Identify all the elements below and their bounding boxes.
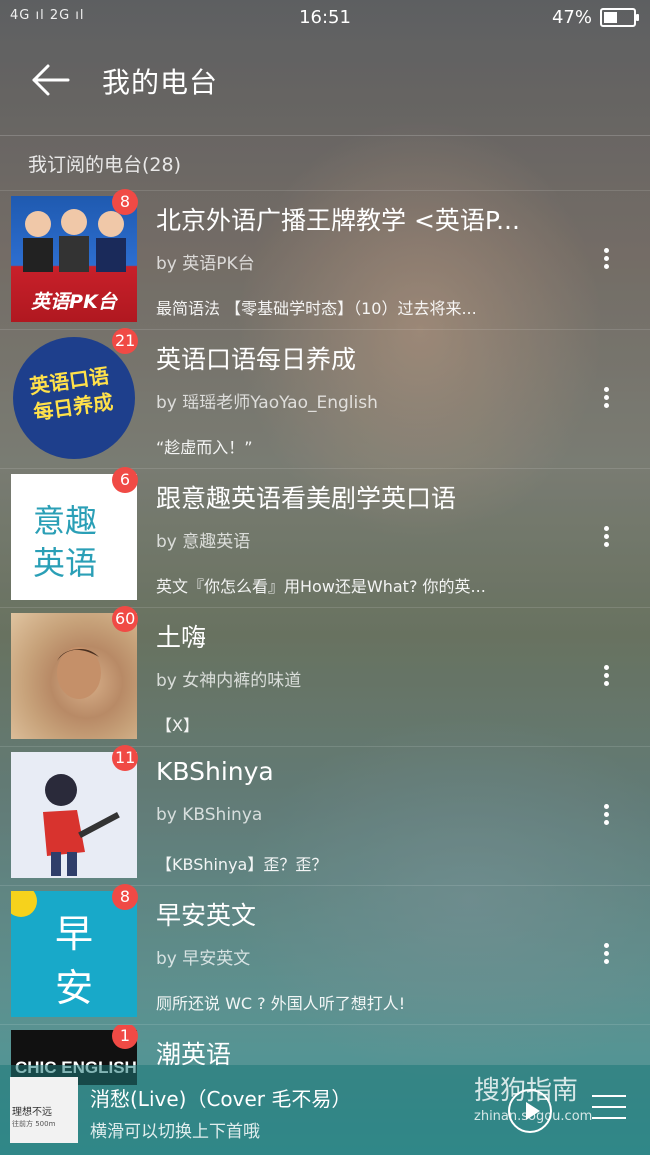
unread-badge: 6 bbox=[112, 467, 138, 493]
app-header: 我的电台 bbox=[0, 45, 650, 115]
station-row[interactable]: 意趣 英语 6 跟意趣英语看美剧学英口语 by 意趣英语 英文『你怎么看』用Ho… bbox=[0, 467, 650, 607]
more-options-icon[interactable] bbox=[598, 384, 614, 414]
watermark-url: zhinan.sogou.com bbox=[474, 1109, 593, 1124]
more-options-icon[interactable] bbox=[598, 523, 614, 553]
station-row[interactable]: 英语口语 每日养成 21 英语口语每日养成 by 瑶瑶老师YaoYao_Engl… bbox=[0, 328, 650, 468]
station-cover: 早 安 bbox=[11, 891, 137, 1017]
cover-text: 理想不远 bbox=[12, 1107, 52, 1118]
latest-episode: 【X】 bbox=[156, 716, 199, 735]
station-author: by 瑶瑶老师YaoYao_English bbox=[156, 393, 378, 413]
latest-episode: 厕所还说 WC ? 外国人听了想打人! bbox=[156, 994, 406, 1013]
cover-logo-text: 安 bbox=[55, 966, 94, 1010]
station-list: 英语PK台 8 北京外语广播王牌教学 <英语P... by 英语PK台 最简语法… bbox=[0, 189, 650, 1085]
station-author: by 早安英文 bbox=[156, 949, 251, 969]
latest-episode: 英文『你怎么看』用How还是What? 你的英... bbox=[156, 577, 486, 596]
station-author: by 女神内裤的味道 bbox=[156, 671, 302, 691]
page-title: 我的电台 bbox=[102, 66, 219, 99]
battery-icon bbox=[600, 8, 639, 27]
station-row[interactable]: 11 KBShinya by KBShinya 【KBShinya】歪？歪？ bbox=[0, 745, 650, 885]
more-options-icon[interactable] bbox=[598, 245, 614, 275]
cover-logo-text: 英语PK台 bbox=[31, 291, 117, 313]
watermark: 搜狗指南 zhinan.sogou.com bbox=[474, 1070, 592, 1124]
station-name: 北京外语广播王牌教学 <英语P... bbox=[156, 206, 520, 235]
station-author: by 英语PK台 bbox=[156, 254, 255, 274]
station-row[interactable]: 早 安 8 早安英文 by 早安英文 厕所还说 WC ? 外国人听了想打人! bbox=[0, 884, 650, 1024]
cover-logo-text: 英语 bbox=[33, 544, 98, 582]
unread-badge: 8 bbox=[112, 189, 138, 215]
station-name: 土嗨 bbox=[156, 623, 207, 652]
battery-status: 47% bbox=[551, 7, 639, 28]
cover-logo-text: 意趣 bbox=[33, 502, 98, 540]
station-cover: 英语PK台 bbox=[11, 196, 137, 322]
back-arrow-icon[interactable] bbox=[28, 57, 74, 103]
station-author: by KBShinya bbox=[156, 805, 263, 825]
now-playing-hint: 横滑可以切换上下首哦 bbox=[90, 1122, 260, 1142]
section-title: 我订阅的电台(28) bbox=[28, 154, 182, 176]
more-options-icon[interactable] bbox=[598, 940, 614, 970]
station-row[interactable]: 英语PK台 8 北京外语广播王牌教学 <英语P... by 英语PK台 最简语法… bbox=[0, 189, 650, 329]
battery-percent: 47% bbox=[551, 7, 592, 28]
divider bbox=[0, 135, 650, 136]
playlist-icon[interactable] bbox=[592, 1095, 626, 1125]
station-name: KBShinya bbox=[156, 757, 274, 786]
station-name: 跟意趣英语看美剧学英口语 bbox=[156, 484, 457, 513]
more-options-icon[interactable] bbox=[598, 662, 614, 692]
station-row[interactable]: 60 土嗨 by 女神内裤的味道 【X】 bbox=[0, 606, 650, 746]
unread-badge: 8 bbox=[112, 884, 138, 910]
station-cover bbox=[11, 613, 137, 739]
station-cover bbox=[11, 752, 137, 878]
watermark-brand: 搜狗指南 bbox=[474, 1076, 579, 1106]
station-cover: 英语口语 每日养成 bbox=[11, 335, 137, 461]
status-bar: 4G ıl 2G ıl 16:51 47% bbox=[0, 0, 650, 36]
latest-episode: “趁虚而入！” bbox=[156, 438, 253, 457]
station-name: 早安英文 bbox=[156, 901, 257, 930]
latest-episode: 【KBShinya】歪？歪？ bbox=[156, 855, 328, 874]
station-name: 英语口语每日养成 bbox=[156, 345, 357, 374]
cover-subtext: 往前方 500m bbox=[12, 1120, 56, 1128]
station-cover: 意趣 英语 bbox=[11, 474, 137, 600]
cover-logo-text: 早 bbox=[55, 912, 94, 956]
station-author: by 意趣英语 bbox=[156, 532, 251, 552]
now-playing-cover: 理想不远 往前方 500m bbox=[10, 1077, 78, 1143]
unread-badge: 1 bbox=[112, 1025, 138, 1049]
latest-episode: 最简语法 【零基础学时态】（10）过去将来... bbox=[156, 299, 477, 318]
now-playing-title: 消愁(Live)（Cover 毛不易） bbox=[90, 1087, 352, 1111]
more-options-icon[interactable] bbox=[598, 801, 614, 831]
